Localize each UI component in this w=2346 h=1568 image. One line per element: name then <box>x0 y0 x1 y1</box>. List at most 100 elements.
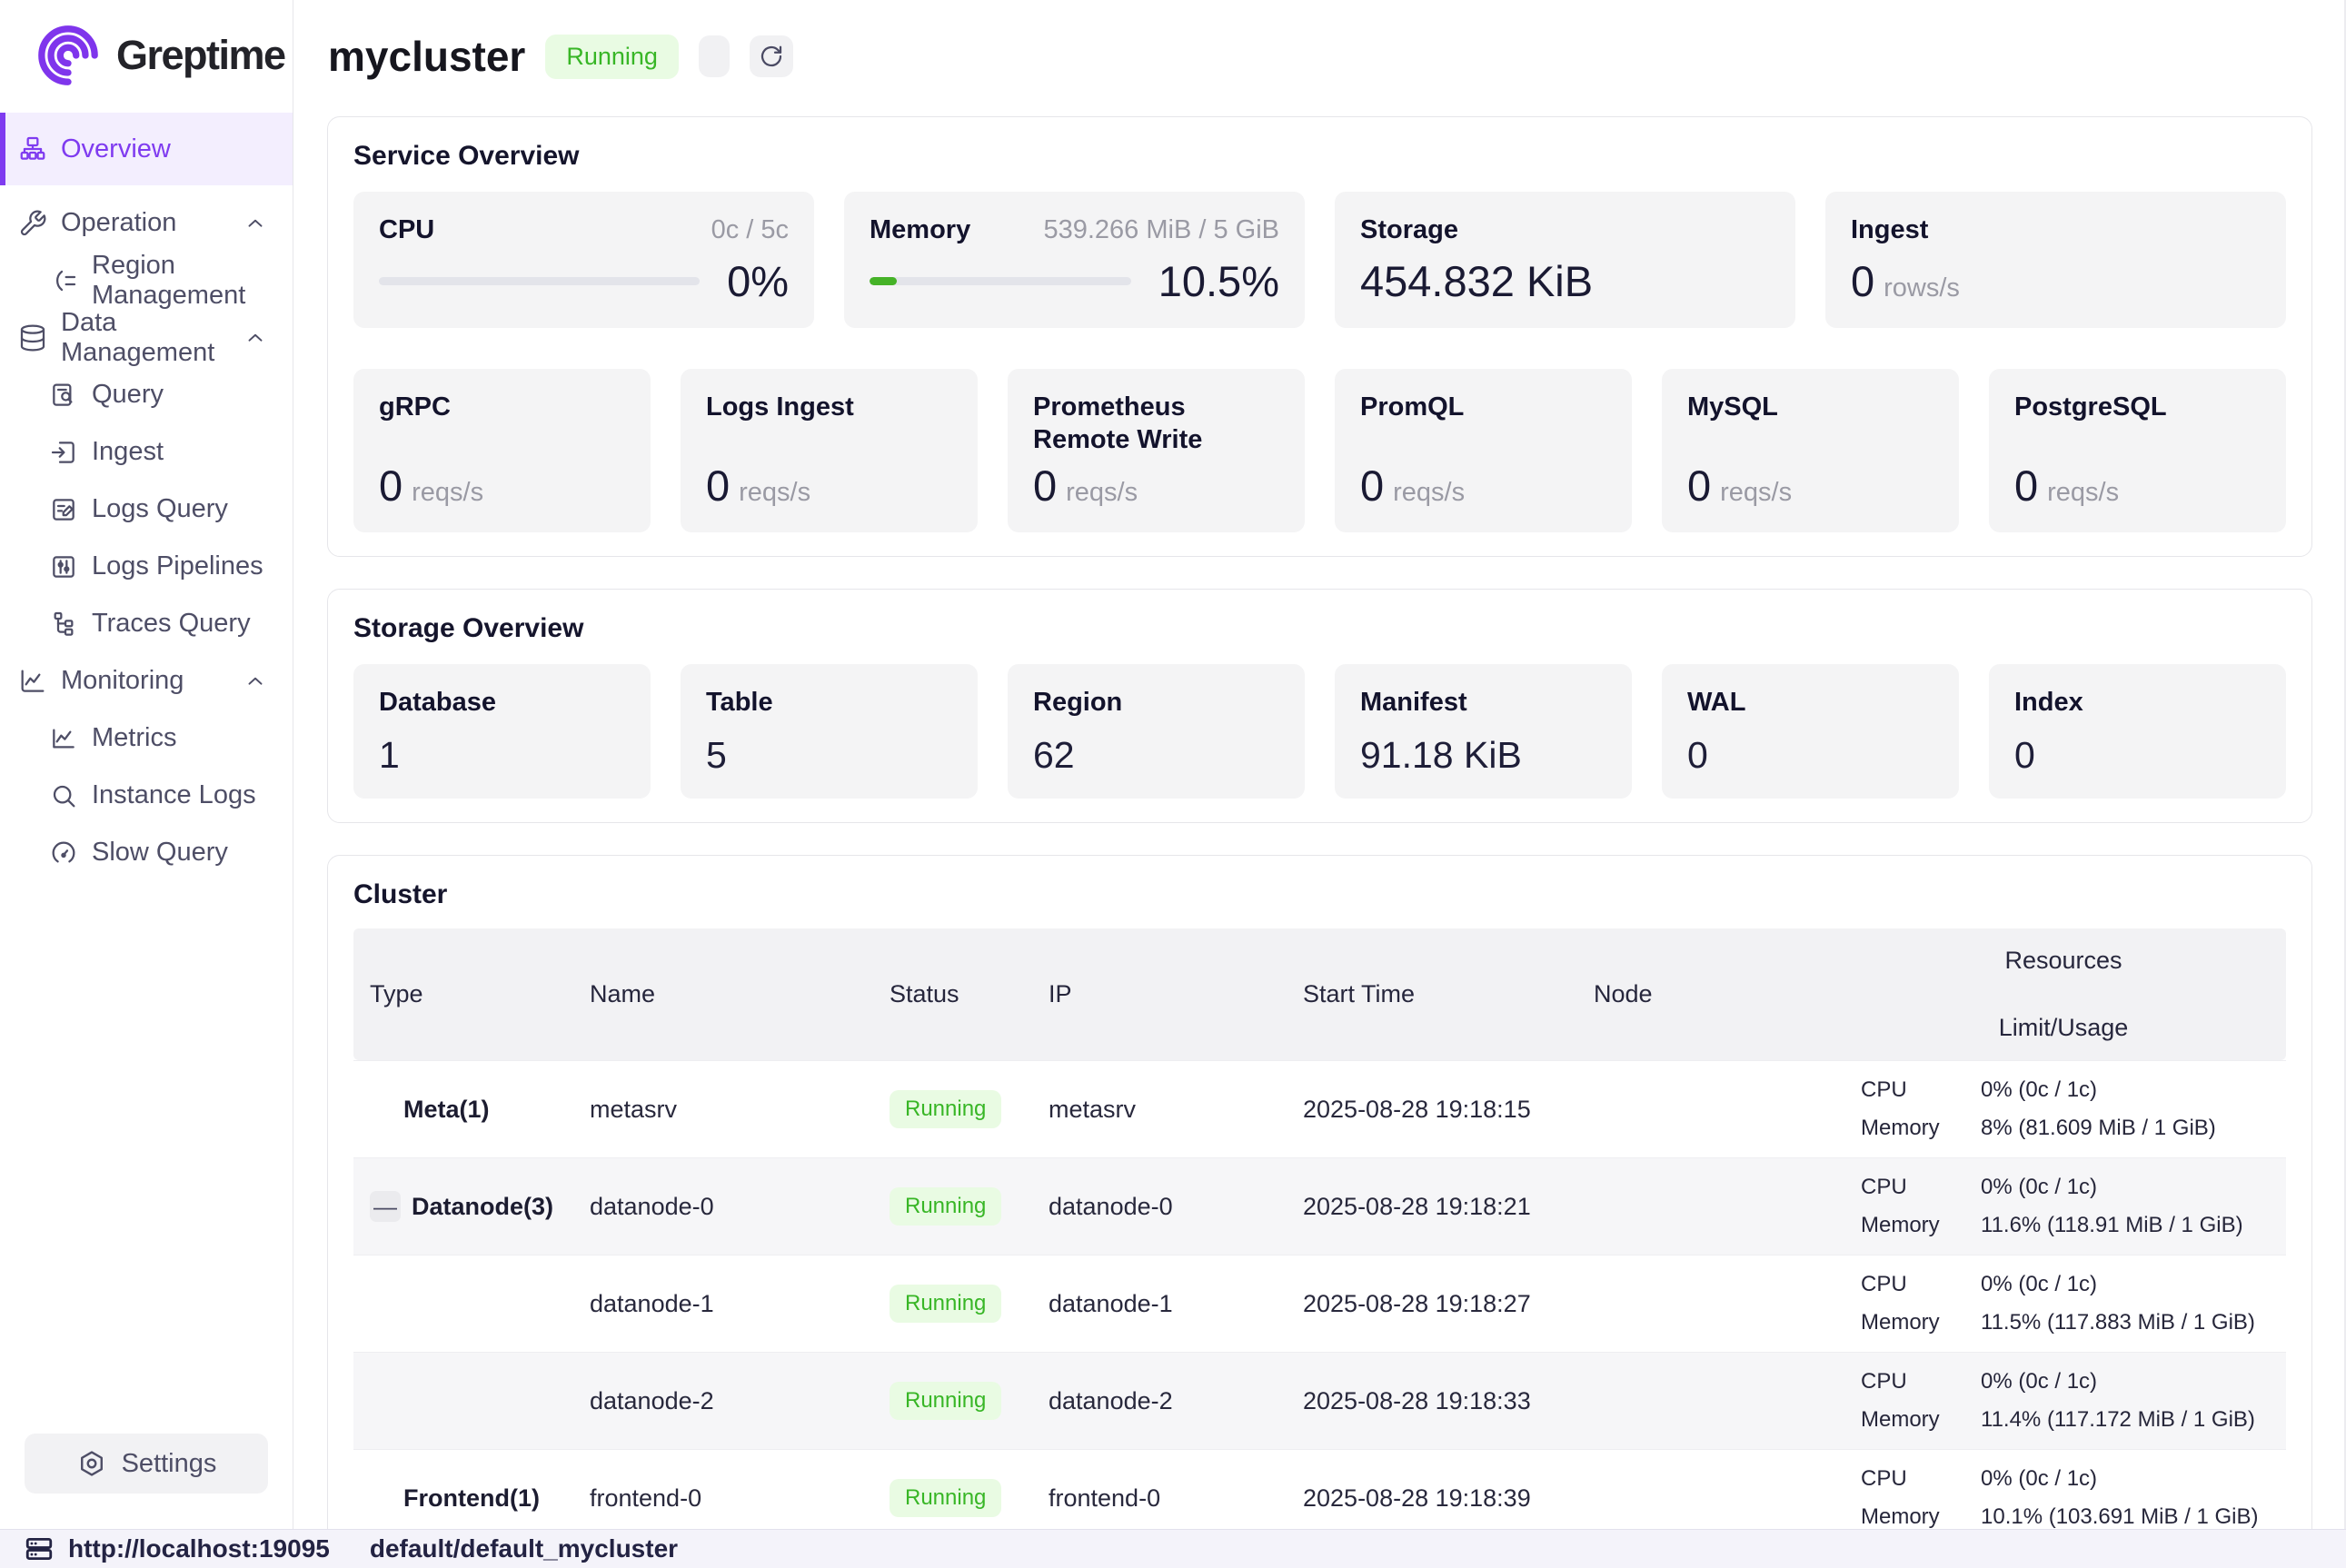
cluster-icon <box>18 134 47 164</box>
connection-url-group[interactable]: http://localhost:19095 <box>24 1533 330 1564</box>
cluster-panel: Cluster Type Name Status IP Start Time N… <box>327 855 2312 1530</box>
manifest-value: 91.18 KiB <box>1360 734 1606 777</box>
refresh-button[interactable] <box>750 35 793 77</box>
greptime-logo-icon <box>36 24 100 87</box>
region-value: 62 <box>1033 734 1279 777</box>
memory-label: Memory <box>1861 1213 1981 1238</box>
card-title: Index <box>2014 686 2261 719</box>
table-row-frontend-0[interactable]: Frontend(1) frontend-0 Running frontend-… <box>353 1449 2286 1530</box>
status-badge: Running <box>890 1382 1001 1420</box>
resources-cell: CPU 0% (0c / 1c) Memory 10.1% (103.691 M… <box>1841 1466 2286 1530</box>
name-cell: datanode-2 <box>573 1387 873 1415</box>
promql-value: 0 <box>1360 461 1384 511</box>
sidebar-item-query[interactable]: Query <box>0 366 293 423</box>
storage-overview-panel: Storage Overview Database 1 Table 5 Regi… <box>327 589 2312 823</box>
main-content: mycluster Running Service Overview CPU 0… <box>294 0 2346 1530</box>
name-cell: frontend-0 <box>573 1484 873 1513</box>
memory-usage: 11.5% (117.883 MiB / 1 GiB) <box>1981 1310 2286 1335</box>
cluster-header: mycluster Running <box>294 0 2346 93</box>
database-card: Database 1 <box>353 664 651 799</box>
wal-value: 0 <box>1687 734 1933 777</box>
ingest-value: 0 <box>1851 256 1874 306</box>
cpu-usage: 0% (0c / 1c) <box>1981 1175 2286 1200</box>
service-metrics-row: CPU 0c / 5c 0% Memory 539.266 MiB / 5 Gi… <box>353 192 2286 328</box>
cluster-action-button[interactable] <box>699 35 730 77</box>
memory-label: Memory <box>1861 1310 1981 1335</box>
prometheus-remote-write-card: Prometheus Remote Write 0 reqs/s <box>1008 369 1305 532</box>
metrics-icon <box>49 724 78 753</box>
chevron-up-icon[interactable] <box>244 212 267 235</box>
sidebar-item-logs-pipelines[interactable]: Logs Pipelines <box>0 538 293 595</box>
table-row-datanode-0[interactable]: — Datanode(3) datanode-0 Running datanod… <box>353 1157 2286 1255</box>
name-cell: datanode-0 <box>573 1193 873 1221</box>
type-cell: Meta(1) <box>353 1096 573 1124</box>
sidebar-item-label: Logs Pipelines <box>92 551 263 581</box>
sidebar-item-instance-logs[interactable]: Instance Logs <box>0 767 293 824</box>
sidebar-nav: Overview Operation Region Management <box>0 113 293 1434</box>
protocol-cards-row: gRPC 0 reqs/s Logs Ingest 0 reqs/s Prome… <box>353 369 2286 532</box>
speedometer-icon <box>49 839 78 868</box>
start-time-cell: 2025-08-28 19:18:39 <box>1287 1484 1577 1513</box>
chevron-up-icon[interactable] <box>244 326 267 350</box>
traces-query-icon <box>49 610 78 639</box>
table-row-datanode-2[interactable]: datanode-2 Running datanode-2 2025-08-28… <box>353 1352 2286 1449</box>
card-title: Ingest <box>1851 213 1928 246</box>
resources-cell: CPU 0% (0c / 1c) Memory 11.5% (117.883 M… <box>1841 1272 2286 1335</box>
sidebar-item-data-management[interactable]: Data Management <box>0 309 293 366</box>
card-title: PostgreSQL <box>2014 391 2261 423</box>
sidebar-item-traces-query[interactable]: Traces Query <box>0 595 293 652</box>
resources-cell: CPU 0% (0c / 1c) Memory 11.6% (118.91 Mi… <box>1841 1175 2286 1238</box>
storage-card: Storage 454.832 KiB <box>1335 192 1795 328</box>
postgresql-value: 0 <box>2014 461 2038 511</box>
grpc-value: 0 <box>379 461 403 511</box>
type-cell: — Datanode(3) <box>353 1191 573 1222</box>
sidebar-item-ingest[interactable]: Ingest <box>0 423 293 481</box>
settings-button[interactable]: Settings <box>25 1434 268 1494</box>
database-context[interactable]: default/default_mycluster <box>370 1534 678 1563</box>
sidebar-item-monitoring[interactable]: Monitoring <box>0 652 293 710</box>
column-header-name: Name <box>573 980 873 1008</box>
card-title: Prometheus Remote Write <box>1033 391 1279 457</box>
card-title: WAL <box>1687 686 1933 719</box>
sidebar-item-label: Slow Query <box>92 838 228 868</box>
chevron-up-icon[interactable] <box>244 670 267 693</box>
start-time-cell: 2025-08-28 19:18:21 <box>1287 1193 1577 1221</box>
sidebar-item-overview[interactable]: Overview <box>0 113 293 185</box>
resources-cell: CPU 0% (0c / 1c) Memory 11.4% (117.172 M… <box>1841 1369 2286 1433</box>
status-badge: Running <box>545 35 679 79</box>
column-header-status: Status <box>873 980 1032 1008</box>
card-title: MySQL <box>1687 391 1933 423</box>
gear-icon <box>76 1448 107 1479</box>
sidebar-item-metrics[interactable]: Metrics <box>0 710 293 767</box>
sidebar-item-slow-query[interactable]: Slow Query <box>0 824 293 881</box>
table-row-datanode-1[interactable]: datanode-1 Running datanode-1 2025-08-28… <box>353 1255 2286 1352</box>
cluster-table-header: Type Name Status IP Start Time Node Reso… <box>353 928 2286 1060</box>
sidebar-item-label: Logs Query <box>92 494 228 524</box>
status-badge: Running <box>890 1285 1001 1323</box>
status-badge: Running <box>890 1479 1001 1517</box>
card-title: Logs Ingest <box>706 391 952 423</box>
card-title: Storage <box>1360 213 1458 246</box>
index-card: Index 0 <box>1989 664 2286 799</box>
type-label: Datanode(3) <box>412 1193 553 1221</box>
memory-usage: 8% (81.609 MiB / 1 GiB) <box>1981 1116 2286 1141</box>
card-title: Table <box>706 686 952 719</box>
memory-usage: 11.4% (117.172 MiB / 1 GiB) <box>1981 1407 2286 1433</box>
postgresql-unit: reqs/s <box>2047 478 2119 508</box>
sidebar-item-logs-query[interactable]: Logs Query <box>0 481 293 538</box>
sidebar-item-label: Instance Logs <box>92 780 256 810</box>
logs-ingest-card: Logs Ingest 0 reqs/s <box>681 369 978 532</box>
sidebar-item-operation[interactable]: Operation <box>0 194 293 252</box>
memory-percent: 10.5% <box>1158 256 1279 306</box>
cpu-label: CPU <box>1861 1369 1981 1394</box>
logo-text: Greptime <box>116 32 285 79</box>
table-value: 5 <box>706 734 952 777</box>
mysql-value: 0 <box>1687 461 1711 511</box>
mysql-unit: reqs/s <box>1720 478 1792 508</box>
collapse-datanode-button[interactable]: — <box>370 1191 401 1222</box>
sidebar-item-region-management[interactable]: Region Management <box>0 252 293 309</box>
cpu-usage: 0% (0c / 1c) <box>1981 1466 2286 1492</box>
settings-label: Settings <box>122 1449 217 1479</box>
manifest-card: Manifest 91.18 KiB <box>1335 664 1632 799</box>
table-row-metasrv[interactable]: Meta(1) metasrv Running metasrv 2025-08-… <box>353 1060 2286 1157</box>
